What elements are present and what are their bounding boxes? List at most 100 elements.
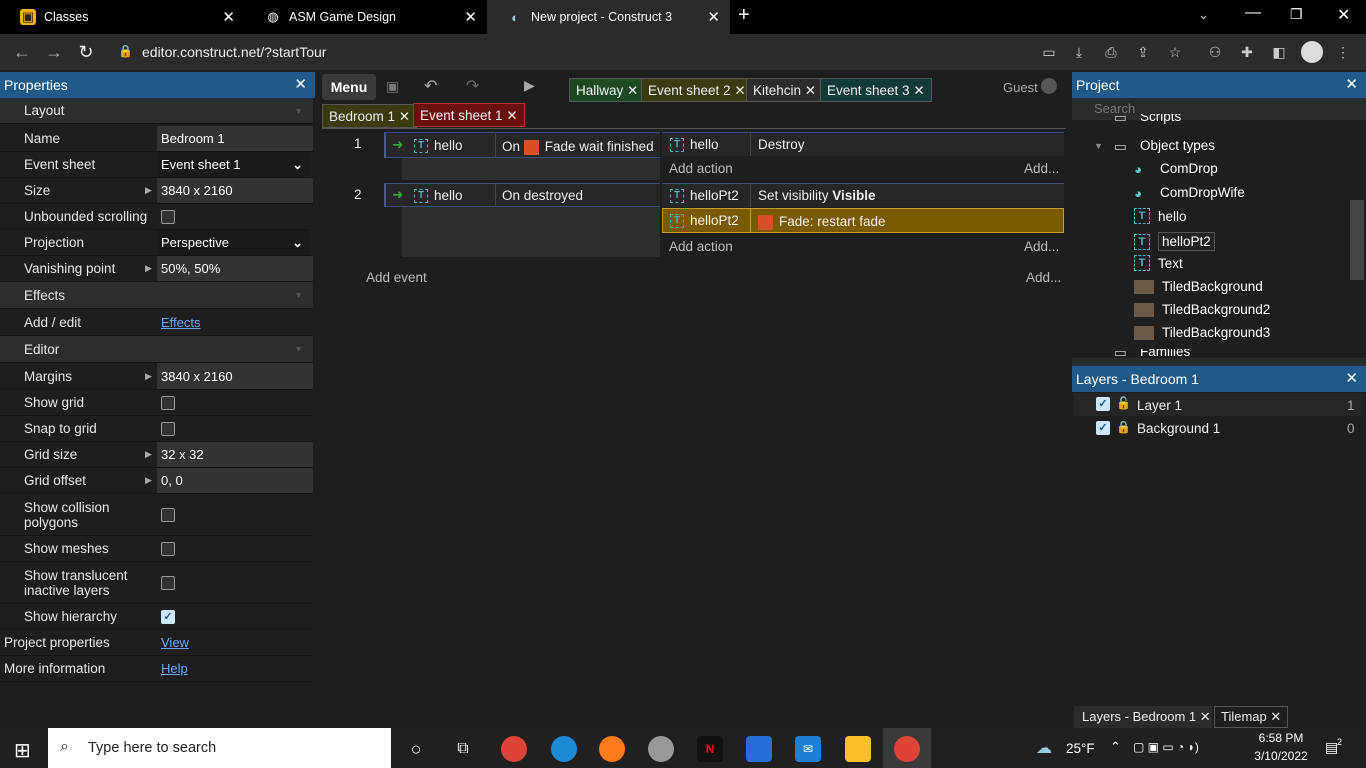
prop-link[interactable]: View — [161, 635, 189, 650]
download-icon[interactable]: ⤓ — [1070, 43, 1088, 61]
back-icon[interactable]: ← — [10, 40, 34, 64]
browser-tab-classes[interactable]: ▣ Classes ✕ — [0, 0, 245, 34]
event-1-action[interactable] — [662, 132, 1064, 156]
url-field[interactable]: editor.construct.net/?startTour — [142, 40, 1062, 64]
add-more-link[interactable]: Add... — [1024, 161, 1059, 176]
checkbox[interactable]: ✓ — [161, 609, 175, 624]
browser-tab-construct[interactable]: ◐ New project - Construct 3 ✕ — [487, 0, 730, 34]
tree-hellopt2[interactable]: ThelloPt2 — [1134, 232, 1215, 251]
prop-link[interactable]: Help — [161, 661, 188, 676]
extension-icon[interactable]: ⚇ — [1206, 43, 1224, 61]
tree-object-types[interactable]: ▭ Object types ▼ — [1094, 138, 1215, 154]
prop-value[interactable]: 3840 x 2160 — [161, 369, 233, 384]
tree-comdropwife[interactable]: ◕ ComDropWife — [1134, 185, 1245, 201]
task-view-icon[interactable]: ⧉ — [450, 736, 476, 762]
cortana-icon[interactable]: ○ — [403, 736, 429, 762]
save-icon[interactable]: ▣ — [386, 78, 399, 95]
tab-event-sheet-3[interactable]: Event sheet 3 ✕ — [820, 78, 932, 102]
settings-gear-icon[interactable] — [648, 736, 674, 762]
checkbox[interactable] — [161, 541, 175, 556]
user-avatar-icon[interactable] — [1041, 78, 1057, 94]
netflix-icon[interactable]: N — [697, 736, 723, 762]
add-more-link[interactable]: Add... — [1024, 239, 1059, 254]
splitter[interactable] — [1072, 358, 1366, 366]
tree-scripts[interactable]: ▭ Scripts — [1114, 114, 1181, 124]
lock-icon[interactable]: 🔓 — [1116, 396, 1131, 410]
collapse-icon[interactable]: ▼ — [294, 290, 303, 300]
scrollbar[interactable] — [1350, 200, 1364, 280]
minimize-icon[interactable]: — — [1245, 4, 1261, 22]
mail-icon[interactable]: ✉ — [795, 736, 821, 762]
expand-icon[interactable]: ▶ — [145, 263, 152, 274]
edge-icon[interactable] — [551, 736, 577, 762]
add-event-link[interactable]: Add event — [366, 270, 427, 285]
chrome-icon[interactable] — [894, 736, 920, 762]
browser-tab-asm[interactable]: ◍ ASM Game Design ✕ — [245, 0, 487, 34]
close-tab-icon[interactable]: ✕ — [464, 8, 477, 26]
tray-chevron-icon[interactable]: ⌃ — [1110, 739, 1121, 755]
window-close-icon[interactable]: ✕ — [1337, 5, 1350, 25]
file-explorer-icon[interactable] — [845, 736, 871, 762]
share-page-icon[interactable]: ▭ — [1040, 43, 1058, 61]
weather-temp[interactable]: 25°F — [1066, 741, 1095, 756]
share-icon[interactable]: ⇪ — [1134, 43, 1152, 61]
tab-layers[interactable]: Layers - Bedroom 1 ✕ — [1074, 706, 1212, 728]
close-tab-icon[interactable]: ✕ — [707, 8, 720, 26]
bookmark-star-icon[interactable]: ☆ — [1166, 43, 1184, 61]
prop-select[interactable]: Perspective ⌄ — [157, 230, 309, 255]
prop-value[interactable]: 0, 0 — [161, 473, 183, 488]
expand-icon[interactable]: ▶ — [145, 449, 152, 460]
checkbox[interactable] — [161, 421, 175, 436]
tab-bedroom-1[interactable]: Bedroom 1 ✕ — [322, 104, 418, 128]
taskbar-search-text[interactable]: Type here to search — [88, 740, 216, 756]
firefox-icon[interactable] — [599, 736, 625, 762]
new-tab-icon[interactable]: + — [738, 4, 750, 27]
forward-icon[interactable]: → — [42, 40, 66, 64]
prop-value[interactable]: 32 x 32 — [161, 447, 204, 462]
expand-icon[interactable]: ▶ — [145, 185, 152, 196]
tab-hallway[interactable]: Hallway ✕ — [569, 78, 646, 102]
sidebar-icon[interactable]: ◧ — [1270, 43, 1288, 61]
tree-tiledbackground3[interactable]: TiledBackground3 — [1134, 325, 1270, 340]
expand-icon[interactable]: ▶ — [145, 475, 152, 486]
tray-icons[interactable]: ▢ ▣ ▭ ◔ ◗) — [1133, 740, 1199, 754]
layer-visible-checkbox[interactable]: ✓ — [1096, 421, 1110, 435]
collapse-icon[interactable]: ▼ — [294, 344, 303, 354]
prop-value[interactable]: Bedroom 1 — [161, 131, 225, 146]
checkbox[interactable] — [161, 209, 175, 224]
checkbox[interactable] — [161, 395, 175, 410]
menu-button[interactable]: Menu — [322, 74, 376, 100]
redo-icon[interactable]: ↷ — [466, 76, 479, 96]
tree-tiledbackground[interactable]: TiledBackground — [1134, 279, 1263, 294]
clock-date[interactable]: 3/10/2022 — [1253, 749, 1309, 763]
section-editor[interactable]: Editor ▼ — [0, 336, 313, 363]
prop-value[interactable]: 3840 x 2160 — [161, 183, 233, 198]
prop-value[interactable]: 50%, 50% — [161, 261, 220, 276]
guest-label[interactable]: Guest — [1003, 80, 1038, 95]
store-icon[interactable] — [746, 736, 772, 762]
menu-dots-icon[interactable]: ⋮ — [1334, 43, 1352, 61]
chrome-icon[interactable] — [501, 736, 527, 762]
layer-visible-checkbox[interactable]: ✓ — [1096, 397, 1110, 411]
close-icon[interactable]: ✕ — [1345, 366, 1358, 392]
tree-text[interactable]: T Text — [1134, 255, 1183, 271]
add-more-link[interactable]: Add... — [1026, 270, 1061, 285]
preview-play-icon[interactable]: ▶ — [524, 77, 535, 94]
tab-tilemap[interactable]: Tilemap ✕ — [1214, 706, 1288, 728]
puzzle-icon[interactable]: ✚ — [1238, 43, 1256, 61]
close-icon[interactable]: ✕ — [294, 72, 307, 98]
close-tab-icon[interactable]: ✕ — [222, 8, 235, 26]
tab-kitchen[interactable]: Kitehcin ✕ — [746, 78, 824, 102]
clock-time[interactable]: 6:58 PM — [1255, 731, 1307, 745]
add-action-link[interactable]: Add action — [669, 239, 733, 254]
add-action-link[interactable]: Add action — [669, 161, 733, 176]
page-icon[interactable]: ⎙ — [1102, 43, 1120, 61]
tab-search-icon[interactable]: ⌄ — [1198, 7, 1209, 23]
weather-icon[interactable]: ☁ — [1036, 738, 1052, 758]
tab-event-sheet-1[interactable]: Event sheet 1 ✕ — [413, 103, 525, 127]
expand-icon[interactable]: ▶ — [145, 371, 152, 382]
prop-link[interactable]: Effects — [161, 315, 201, 330]
checkbox[interactable] — [161, 507, 175, 522]
section-layout[interactable]: Layout ▼ — [0, 98, 313, 124]
tree-hello[interactable]: Thello — [1134, 208, 1187, 224]
